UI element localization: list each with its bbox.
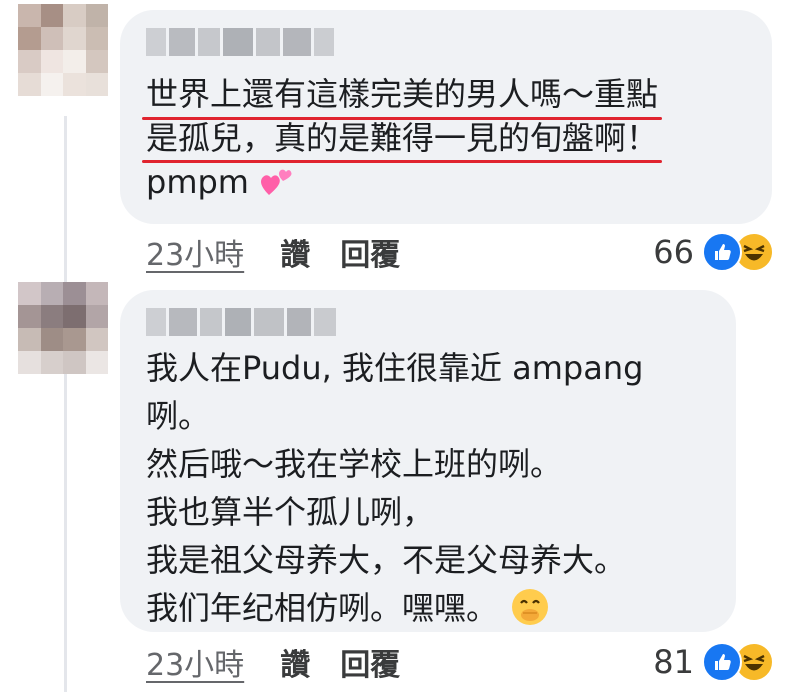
like-button[interactable]: 讚 (280, 640, 310, 684)
comment-line: 世界上還有這樣完美的男人嗎～重點 (142, 72, 663, 120)
timestamp-link[interactable]: 23小時 (146, 230, 244, 274)
like-reaction-icon (702, 642, 742, 682)
comment-line: 我人在Pudu, 我住很靠近 ampang (146, 349, 644, 387)
comment-text: 世界上還有這樣完美的男人嗎～重點 是孤兒，真的是難得一見的旬盤啊！ pmpm (142, 72, 663, 204)
comment-line: 然后哦～我在学校上班的咧。 (146, 445, 563, 483)
comment-text: 我人在Pudu, 我住很靠近 ampang 咧。 然后哦～我在学校上班的咧。 我… (146, 344, 643, 632)
comment-line: 我是祖父母养大，不是父母养大。 (146, 541, 627, 579)
blurred-commenter-name[interactable] (146, 28, 334, 56)
two-hearts-emoji-icon (259, 164, 293, 195)
comment-bubble: 世界上還有這樣完美的男人嗎～重點 是孤兒，真的是難得一見的旬盤啊！ pmpm (120, 10, 772, 224)
like-reaction-icon (702, 232, 742, 272)
comment-line: 是孤兒，真的是難得一見的旬盤啊！ (142, 116, 663, 163)
reply-thread-line (64, 116, 67, 692)
reply-button[interactable]: 回覆 (340, 640, 400, 684)
timestamp-link[interactable]: 23小時 (146, 640, 244, 684)
blurred-commenter-name[interactable] (146, 308, 336, 336)
avatar[interactable] (18, 282, 108, 374)
hand-over-mouth-emoji-icon (512, 589, 549, 625)
reply-button[interactable]: 回覆 (340, 230, 400, 274)
comment-line: 咧。 (146, 397, 211, 435)
avatar[interactable] (18, 4, 108, 96)
reaction-count: 66 (653, 233, 694, 271)
reaction-summary[interactable]: 81 (653, 642, 774, 682)
comment-actions: 23小時 讚 回覆 (146, 640, 430, 684)
comment-line: 我也算半个孤儿咧， (146, 493, 435, 531)
like-button[interactable]: 讚 (280, 230, 310, 274)
comment-bubble: 我人在Pudu, 我住很靠近 ampang 咧。 然后哦～我在学校上班的咧。 我… (120, 290, 736, 632)
comment-line: pmpm (146, 160, 658, 204)
reaction-summary[interactable]: 66 (653, 232, 774, 272)
comment-line: 我们年纪相仿咧。嘿嘿。 (146, 584, 643, 632)
reaction-count: 81 (653, 643, 694, 681)
comment-actions: 23小時 讚 回覆 (146, 230, 430, 274)
